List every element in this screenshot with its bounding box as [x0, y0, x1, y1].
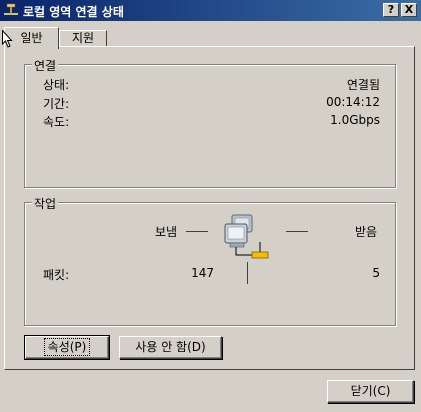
activity-group: 작업 [24, 195, 396, 326]
title-bar: 로컬 영역 연결 상태 ? X [0, 0, 421, 21]
sent-line [186, 231, 208, 232]
properties-button-label: 속성(P) [43, 338, 91, 356]
help-button[interactable]: ? [383, 3, 399, 17]
network-computers-icon [224, 214, 269, 259]
mouse-cursor-icon [2, 30, 13, 48]
close-button[interactable]: 닫기(C) [327, 380, 414, 403]
tab-support-label: 지원 [71, 31, 95, 45]
network-connection-icon [4, 3, 18, 15]
tab-support[interactable]: 지원 [59, 30, 107, 47]
disable-button[interactable]: 사용 안 함(D) [119, 336, 222, 359]
packets-label: 패킷: [43, 268, 70, 282]
packets-received-value: 5 [372, 266, 380, 280]
connection-group-legend: 연결 [32, 57, 59, 74]
status-label: 상태: [43, 78, 70, 92]
duration-label: 기간: [43, 97, 70, 111]
disable-button-label: 사용 안 함(D) [135, 340, 206, 354]
window-title: 로컬 영역 연결 상태 [23, 5, 124, 19]
duration-value: 00:14:12 [326, 95, 380, 109]
tab-general-label: 일반 [20, 31, 43, 45]
sent-label: 보냄 [155, 225, 178, 239]
properties-button[interactable]: 속성(P) [25, 336, 109, 359]
received-line [286, 231, 308, 232]
packets-sent-value: 147 [191, 266, 214, 280]
close-window-button[interactable]: X [401, 3, 417, 17]
speed-value: 1.0Gbps [330, 113, 380, 127]
activity-group-legend: 작업 [32, 195, 59, 212]
close-button-label: 닫기(C) [350, 384, 391, 398]
received-label: 받음 [355, 225, 378, 239]
speed-label: 속도: [43, 115, 70, 129]
status-value: 연결됨 [346, 78, 380, 92]
activity-divider [247, 262, 248, 284]
